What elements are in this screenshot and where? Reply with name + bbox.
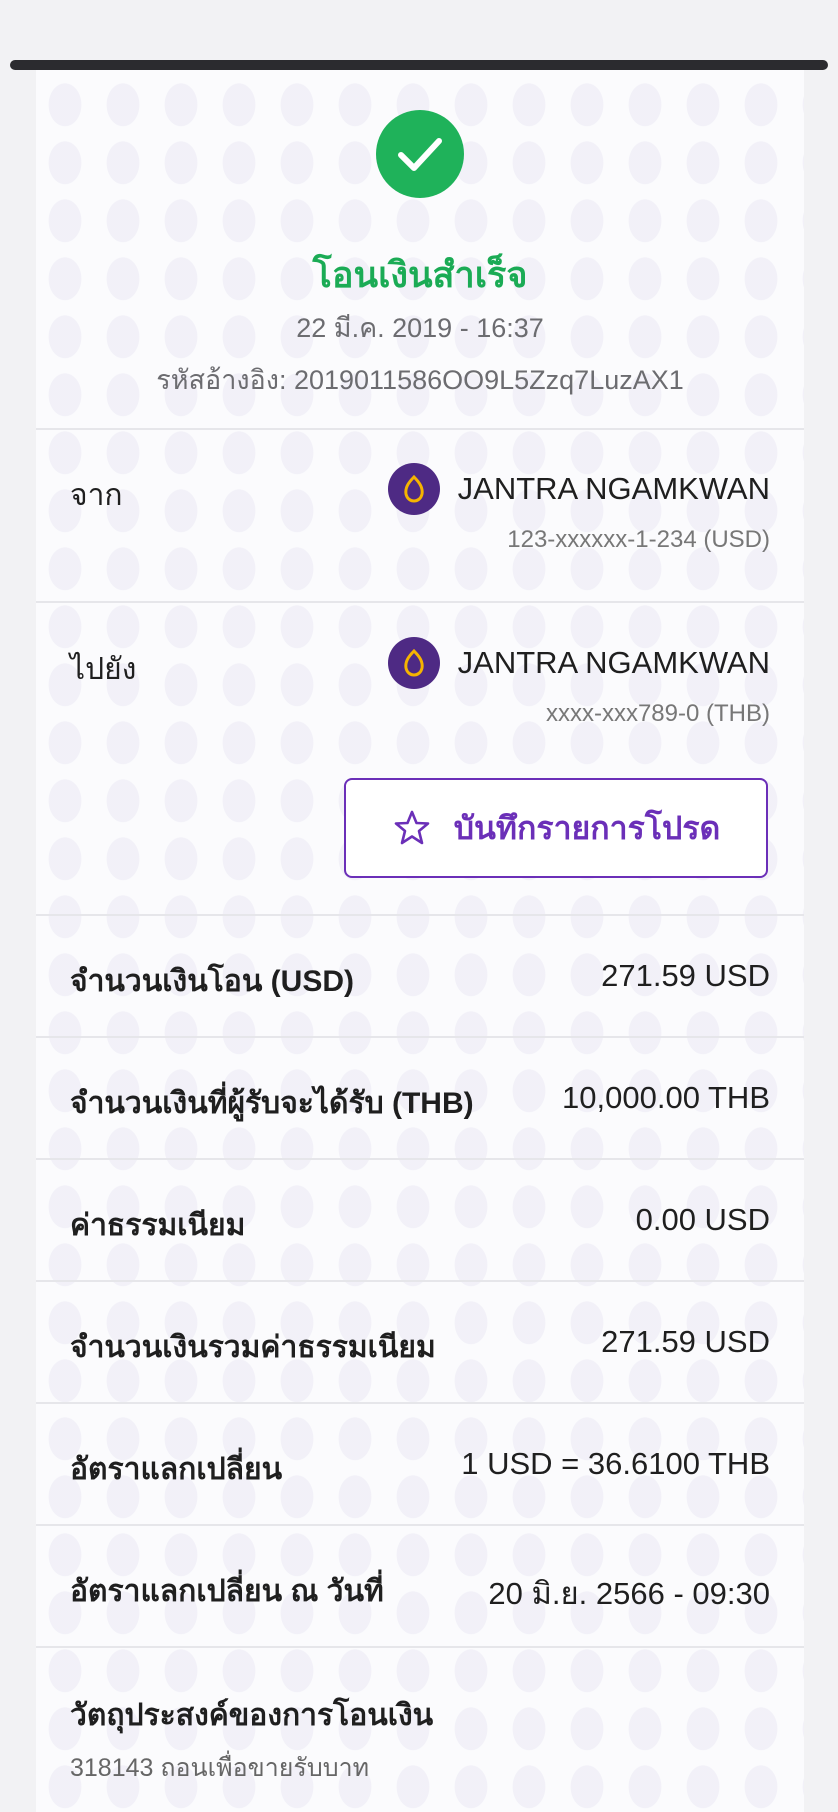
to-account-row: JANTRA NGAMKWAN: [387, 637, 770, 689]
divider: [36, 1036, 804, 1038]
reference-number: รหัสอ้างอิง: 2019011586OO9L5Zzq7LuzAX1: [156, 365, 684, 395]
transfer-receipt: โอนเงินสำเร็จ 22 มี.ค. 2019 - 16:37 รหัส…: [36, 70, 804, 1812]
fee-value: 0.00 USD: [635, 1202, 770, 1237]
check-icon: [376, 110, 464, 198]
sheet-top-edge: [10, 60, 828, 70]
divider: [36, 428, 804, 430]
from-label: จาก: [70, 479, 123, 512]
save-favorite-label: บันทึกรายการโปรด: [453, 809, 721, 846]
bank-logo-icon: [387, 637, 440, 689]
bank-logo-icon: [387, 463, 440, 515]
receipt-header: โอนเงินสำเร็จ 22 มี.ค. 2019 - 16:37 รหัส…: [36, 70, 804, 430]
purpose-value: 318143 ถอนเพื่อขายรับบาท: [70, 1754, 370, 1782]
divider: [36, 1646, 804, 1648]
transfer-amount-value: 271.59 USD: [601, 958, 770, 993]
total-amount-value: 271.59 USD: [601, 1324, 770, 1359]
divider: [36, 1280, 804, 1282]
star-icon: [392, 808, 432, 848]
from-account-number: 123-xxxxxx-1-234 (USD): [507, 526, 770, 553]
total-amount-label: จำนวนเงินรวมค่าธรรมเนียม: [70, 1331, 436, 1364]
divider: [36, 914, 804, 916]
divider: [36, 1158, 804, 1160]
to-account-name: JANTRA NGAMKWAN: [457, 645, 770, 680]
received-amount-value: 10,000.00 THB: [562, 1080, 770, 1115]
divider: [36, 601, 804, 603]
purpose-label: วัตถุประสงค์ของการโอนเงิน: [70, 1699, 434, 1732]
divider: [36, 1402, 804, 1404]
to-account-number: xxxx-xxx789-0 (THB): [545, 700, 770, 727]
status-title: โอนเงินสำเร็จ: [312, 254, 528, 295]
transaction-datetime: 22 มี.ค. 2019 - 16:37: [296, 313, 544, 343]
fee-label: ค่าธรรมเนียม: [70, 1209, 246, 1242]
received-amount-label: จำนวนเงินที่ผู้รับจะได้รับ (THB): [70, 1087, 474, 1120]
save-favorite-button[interactable]: บันทึกรายการโปรด: [344, 778, 768, 878]
from-account-row: JANTRA NGAMKWAN: [387, 463, 770, 515]
divider: [36, 1524, 804, 1526]
to-label: ไปยัง: [70, 653, 137, 686]
transfer-amount-label: จำนวนเงินโอน (USD): [70, 965, 354, 998]
from-account-name: JANTRA NGAMKWAN: [457, 471, 770, 506]
exchange-rate-value: 1 USD = 36.6100 THB: [461, 1446, 770, 1481]
rate-date-label: อัตราแลกเปลี่ยน ณ วันที่: [70, 1575, 384, 1608]
exchange-rate-label: อัตราแลกเปลี่ยน: [70, 1453, 283, 1486]
rate-date-value: 20 มิ.ย. 2566 - 09:30: [488, 1576, 770, 1611]
